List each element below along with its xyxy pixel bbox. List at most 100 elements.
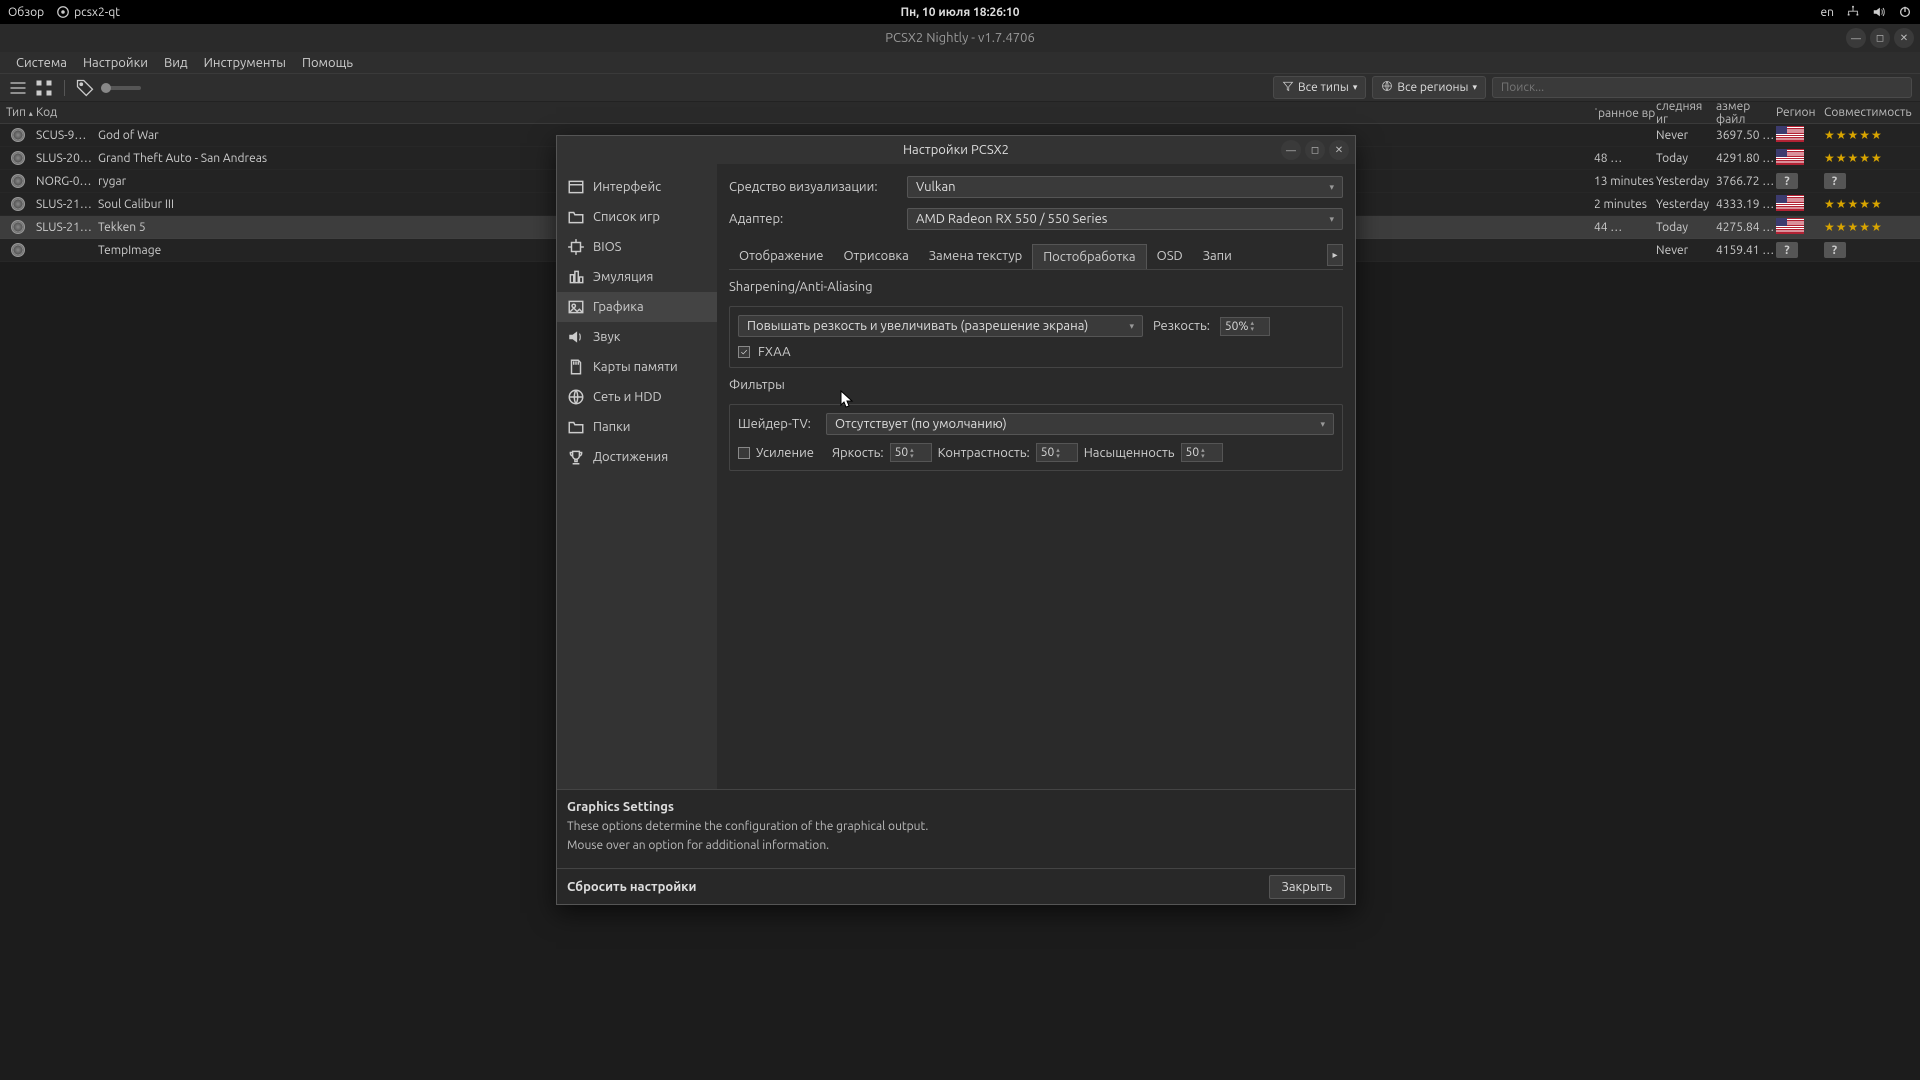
tab-osd[interactable]: OSD bbox=[1147, 244, 1193, 269]
contrast-spinner[interactable]: 50▴▾ bbox=[1036, 443, 1078, 462]
gnome-taskbar[interactable]: Обзор pcsx2-qt Пн, 10 июля 18:26:10 en bbox=[0, 0, 1920, 24]
game-code: NORG-0… bbox=[36, 175, 98, 188]
trophy-icon bbox=[567, 448, 585, 466]
tab-recording[interactable]: Запи bbox=[1193, 244, 1242, 269]
contrast-label: Контрастность: bbox=[938, 446, 1030, 460]
sidebar-item-speaker[interactable]: Звук bbox=[557, 322, 717, 352]
sidebar-item-cpu[interactable]: Эмуляция bbox=[557, 262, 717, 292]
sidebar-item-sd[interactable]: Карты памяти bbox=[557, 352, 717, 382]
gamelist-header: Тип ▴ Код ˈранное вр следняя иг азмер фа… bbox=[0, 102, 1920, 124]
search-input[interactable] bbox=[1492, 77, 1912, 98]
unknown-region-icon: ? bbox=[1776, 242, 1798, 258]
menu-view[interactable]: Вид bbox=[156, 54, 196, 72]
type-filter[interactable]: Все типы ▾ bbox=[1273, 76, 1366, 99]
sidebar-item-folder2[interactable]: Папки bbox=[557, 412, 717, 442]
grid-view-icon[interactable] bbox=[34, 78, 54, 98]
app-icon bbox=[56, 5, 70, 19]
menu-help[interactable]: Помощь bbox=[294, 54, 361, 72]
sidebar-item-trophy[interactable]: Достижения bbox=[557, 442, 717, 472]
datetime[interactable]: Пн, 10 июля 18:26:10 bbox=[900, 6, 1019, 19]
zoom-slider[interactable] bbox=[101, 86, 141, 90]
col-last[interactable]: следняя иг bbox=[1656, 100, 1716, 126]
cpu-icon bbox=[567, 268, 585, 286]
renderer-label: Средство визуализации: bbox=[729, 180, 899, 194]
lang-indicator[interactable]: en bbox=[1821, 6, 1834, 19]
sidebar-label: Список игр bbox=[593, 210, 660, 224]
boost-checkbox[interactable] bbox=[738, 447, 750, 459]
power-icon[interactable] bbox=[1898, 5, 1912, 19]
reset-button[interactable]: Сбросить настройки bbox=[567, 876, 709, 898]
unknown-region-icon: ? bbox=[1776, 173, 1798, 189]
region-filter[interactable]: Все регионы ▾ bbox=[1372, 76, 1486, 99]
activities[interactable]: Обзор bbox=[8, 6, 44, 19]
game-filesize: 3766.72 … bbox=[1716, 175, 1776, 188]
dialog-button-bar: Сбросить настройки Закрыть bbox=[557, 868, 1355, 904]
close-settings-button[interactable]: Закрыть bbox=[1269, 875, 1345, 899]
menubar: Система Настройки Вид Инструменты Помощь bbox=[0, 52, 1920, 74]
adapter-combo[interactable]: AMD Radeon RX 550 / 550 Series▾ bbox=[907, 208, 1343, 230]
menu-tools[interactable]: Инструменты bbox=[196, 54, 294, 72]
disc-icon bbox=[11, 128, 25, 142]
tab-texture-replace[interactable]: Замена текстур bbox=[919, 244, 1032, 269]
maximize-button[interactable]: ◻ bbox=[1870, 28, 1890, 48]
settings-tabs: Отображение Отрисовка Замена текстур Пос… bbox=[729, 244, 1343, 270]
shader-combo[interactable]: Отсутствует (по умолчанию)▾ bbox=[826, 413, 1334, 435]
saturation-spinner[interactable]: 50▴▾ bbox=[1181, 443, 1223, 462]
sidebar-item-globe[interactable]: Сеть и HDD bbox=[557, 382, 717, 412]
dialog-titlebar[interactable]: Настройки PCSX2 — ◻ ✕ bbox=[557, 136, 1355, 164]
settings-description: Graphics Settings These options determin… bbox=[557, 789, 1355, 868]
dlg-minimize-button[interactable]: — bbox=[1281, 140, 1301, 160]
col-type[interactable]: Тип ▴ bbox=[0, 106, 36, 119]
unknown-compat-icon: ? bbox=[1824, 173, 1846, 189]
list-view-icon[interactable] bbox=[8, 78, 28, 98]
saturation-label: Насыщенность bbox=[1084, 446, 1175, 460]
settings-dialog: Настройки PCSX2 — ◻ ✕ Интерфейс Список иг… bbox=[556, 135, 1356, 905]
menu-system[interactable]: Система bbox=[8, 54, 75, 72]
game-lastplayed: Today bbox=[1656, 152, 1716, 165]
brightness-label: Яркость: bbox=[832, 446, 884, 460]
minimize-button[interactable]: — bbox=[1846, 28, 1866, 48]
desc-line1: These options determine the configuratio… bbox=[567, 820, 1345, 833]
col-size[interactable]: азмер файл bbox=[1716, 100, 1776, 126]
sidebar-item-folder[interactable]: Список игр bbox=[557, 202, 717, 232]
unknown-compat-icon: ? bbox=[1824, 242, 1846, 258]
disc-icon bbox=[11, 243, 25, 257]
col-region[interactable]: Регион bbox=[1776, 106, 1824, 119]
folder2-icon bbox=[567, 418, 585, 436]
app-name[interactable]: pcsx2-qt bbox=[74, 6, 120, 19]
col-compat[interactable]: Совместимость bbox=[1824, 106, 1920, 119]
game-lastplayed: Never bbox=[1656, 129, 1716, 142]
tab-display[interactable]: Отображение bbox=[729, 244, 833, 269]
window-title: PCSX2 Nightly - v1.7.4706 bbox=[885, 31, 1035, 45]
tab-rendering[interactable]: Отрисовка bbox=[833, 244, 918, 269]
disc-icon bbox=[11, 151, 25, 165]
menu-settings[interactable]: Настройки bbox=[75, 54, 156, 72]
sidebar-item-chip[interactable]: BIOS bbox=[557, 232, 717, 262]
tag-icon[interactable] bbox=[75, 78, 95, 98]
network-icon[interactable] bbox=[1846, 5, 1860, 19]
main-titlebar[interactable]: PCSX2 Nightly - v1.7.4706 — ◻ ✕ bbox=[0, 24, 1920, 52]
dlg-maximize-button[interactable]: ◻ bbox=[1305, 140, 1325, 160]
game-code: SLUS-21… bbox=[36, 221, 98, 234]
chevron-down-icon: ▾ bbox=[1353, 82, 1358, 93]
tabs-scroll-right[interactable]: ▸ bbox=[1327, 244, 1343, 266]
renderer-combo[interactable]: Vulkan▾ bbox=[907, 176, 1343, 198]
col-code[interactable]: Код bbox=[36, 106, 98, 119]
game-filesize: 4333.19 … bbox=[1716, 198, 1776, 211]
globe-icon bbox=[1381, 80, 1393, 95]
sharpen-mode-combo[interactable]: Повышать резкость и увеличивать (разреше… bbox=[738, 315, 1143, 337]
fxaa-checkbox[interactable]: ✓ bbox=[738, 346, 750, 358]
sidebar-item-image[interactable]: Графика bbox=[557, 292, 717, 322]
settings-sidebar: Интерфейс Список игр BIOS Эмуляция ГрафикаЗв… bbox=[557, 164, 717, 789]
dlg-close-button[interactable]: ✕ bbox=[1329, 140, 1349, 160]
tab-postprocessing[interactable]: Постобработка bbox=[1032, 244, 1146, 269]
sharpness-spinner[interactable]: 50%▴▾ bbox=[1220, 317, 1270, 336]
sidebar-label: Эмуляция bbox=[593, 270, 653, 284]
close-button[interactable]: ✕ bbox=[1894, 28, 1914, 48]
flag-us-icon bbox=[1776, 195, 1804, 211]
sidebar-item-window[interactable]: Интерфейс bbox=[557, 172, 717, 202]
brightness-spinner[interactable]: 50▴▾ bbox=[890, 443, 932, 462]
volume-icon[interactable] bbox=[1872, 5, 1886, 19]
disc-icon bbox=[11, 174, 25, 188]
col-fav[interactable]: ˈранное вр bbox=[1594, 106, 1656, 120]
